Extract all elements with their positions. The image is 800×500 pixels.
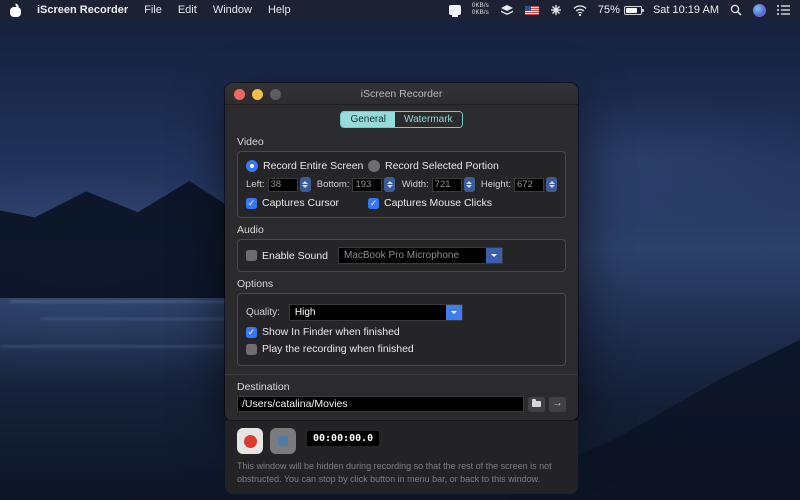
chevron-down-icon (486, 248, 502, 263)
battery-indicator[interactable]: 75% (598, 4, 642, 16)
audio-device-value: MacBook Pro Microphone (339, 250, 486, 261)
arrow-right-icon: → (553, 399, 563, 409)
checkbox-checked-icon (246, 198, 257, 209)
zoom-button-disabled (270, 89, 281, 100)
checkbox-unchecked-icon (246, 344, 257, 355)
destination-path-input[interactable] (237, 396, 524, 412)
bottom-field-label: Bottom: (317, 179, 350, 190)
record-entire-screen-radio[interactable]: Record Entire Screen (246, 160, 368, 172)
recording-footer: 00:00:00.0 This window will be hidden du… (225, 420, 578, 494)
desktop-wallpaper: iScreen Recorder File Edit Window Help 0… (0, 0, 800, 500)
checkbox-checked-icon (368, 198, 379, 209)
bottom-stepper[interactable] (384, 177, 395, 192)
width-field[interactable] (432, 178, 462, 192)
battery-icon (624, 6, 642, 15)
left-field[interactable] (268, 178, 298, 192)
stop-icon (278, 436, 288, 446)
wifi-icon[interactable] (573, 5, 587, 16)
width-field-label: Width: (402, 179, 429, 190)
audio-device-dropdown[interactable]: MacBook Pro Microphone (338, 247, 503, 264)
network-speed-indicator[interactable]: 0KB/s 0KB/s (472, 3, 489, 17)
window-title: iScreen Recorder (361, 88, 443, 100)
apple-icon[interactable] (10, 4, 21, 17)
video-section-label: Video (237, 136, 566, 148)
tab-segmented-control: General Watermark (340, 111, 462, 128)
destination-section: Destination → (225, 374, 578, 412)
quality-label: Quality: (246, 307, 280, 318)
audio-groupbox: Enable Sound MacBook Pro Microphone (237, 239, 566, 272)
radio-selected-icon (246, 160, 258, 172)
options-section-label: Options (237, 278, 566, 290)
height-stepper[interactable] (546, 177, 557, 192)
play-recording-checkbox[interactable]: Play the recording when finished (246, 343, 557, 355)
height-field[interactable] (514, 178, 544, 192)
captures-cursor-checkbox[interactable]: Captures Cursor (246, 197, 368, 209)
list-icon[interactable] (777, 5, 790, 15)
chevron-down-icon (446, 305, 462, 320)
show-in-finder-checkbox[interactable]: Show In Finder when finished (246, 326, 557, 338)
us-flag-icon[interactable] (525, 6, 539, 15)
checkbox-checked-icon (246, 327, 257, 338)
checkbox-unchecked-icon (246, 250, 257, 261)
fan-icon[interactable] (550, 4, 562, 16)
layers-icon[interactable] (500, 5, 514, 16)
siri-icon[interactable] (753, 4, 766, 17)
audio-section-label: Audio (237, 224, 566, 236)
options-groupbox: Quality: High Show In Finder when finish… (237, 293, 566, 366)
menu-bar: iScreen Recorder File Edit Window Help 0… (0, 0, 800, 20)
left-field-label: Left: (246, 179, 265, 190)
network-up-speed: 0KB/s (472, 3, 489, 10)
menubar-clock[interactable]: Sat 10:19 AM (653, 4, 719, 16)
quality-value: High (290, 307, 446, 318)
choose-folder-button[interactable] (528, 397, 545, 412)
app-status-icon[interactable] (449, 5, 461, 15)
window-titlebar[interactable]: iScreen Recorder (225, 83, 578, 105)
radio-unselected-icon (368, 160, 380, 172)
network-down-speed: 0KB/s (472, 10, 489, 17)
menubar-app-name[interactable]: iScreen Recorder (37, 4, 128, 16)
record-icon (244, 435, 257, 448)
tab-general[interactable]: General (341, 112, 395, 127)
close-button[interactable] (234, 89, 245, 100)
enable-sound-checkbox[interactable]: Enable Sound (246, 250, 328, 262)
video-groupbox: Record Entire Screen Record Selected Por… (237, 151, 566, 218)
bottom-field[interactable] (352, 178, 382, 192)
menu-edit[interactable]: Edit (178, 4, 197, 16)
record-selected-portion-radio[interactable]: Record Selected Portion (368, 160, 499, 172)
record-button[interactable] (237, 428, 263, 454)
minimize-button[interactable] (252, 89, 263, 100)
menu-window[interactable]: Window (213, 4, 252, 16)
menu-help[interactable]: Help (268, 4, 291, 16)
quality-dropdown[interactable]: High (289, 304, 463, 321)
destination-section-label: Destination (237, 381, 566, 393)
stop-button[interactable] (270, 428, 296, 454)
iscreen-recorder-window: iScreen Recorder General Watermark Video… (225, 83, 578, 421)
footer-note: This window will be hidden during record… (237, 460, 566, 485)
folder-icon (532, 401, 541, 407)
tab-watermark[interactable]: Watermark (395, 112, 462, 127)
menu-file[interactable]: File (144, 4, 162, 16)
battery-percent: 75% (598, 4, 620, 16)
open-destination-button[interactable]: → (549, 397, 566, 412)
height-field-label: Height: (481, 179, 511, 190)
search-icon[interactable] (730, 4, 742, 16)
width-stepper[interactable] (464, 177, 475, 192)
recording-timer: 00:00:00.0 (307, 431, 379, 446)
left-stepper[interactable] (300, 177, 311, 192)
captures-mouse-clicks-checkbox[interactable]: Captures Mouse Clicks (368, 197, 492, 209)
